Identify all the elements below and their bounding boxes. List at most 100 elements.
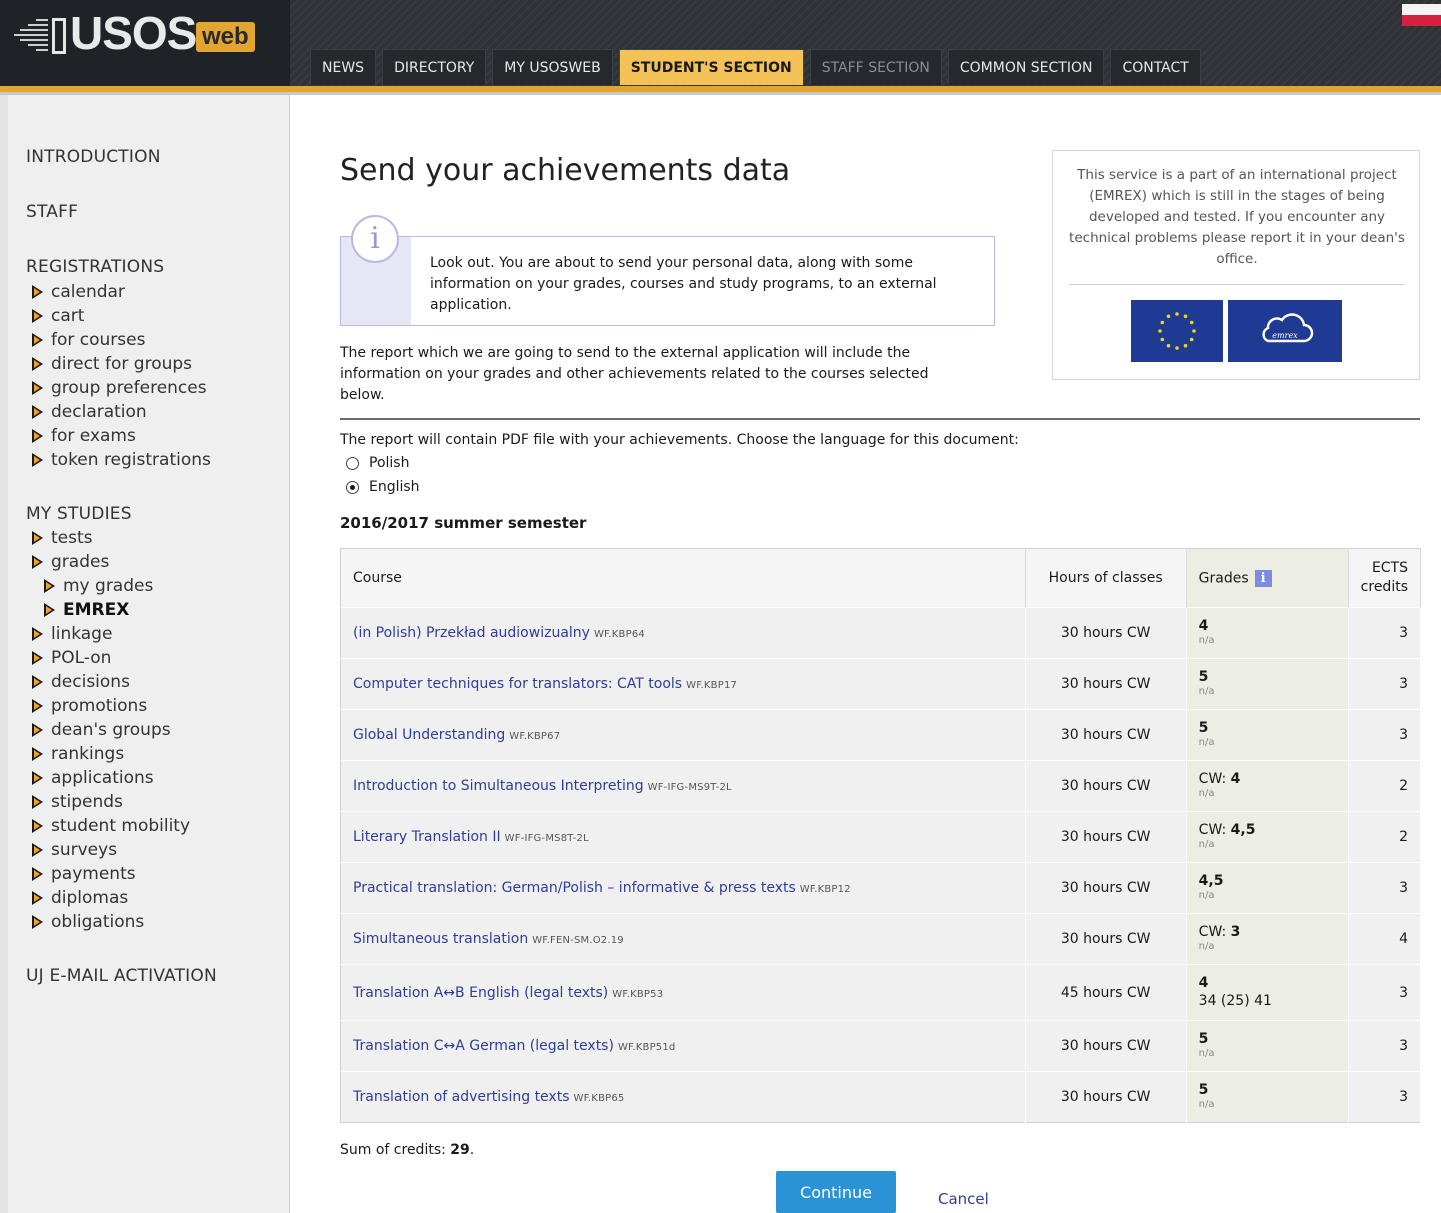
tab-directory[interactable]: DIRECTORY — [382, 49, 487, 85]
course-cell: Translation of advertising texts WF.KBP65 — [340, 1071, 1026, 1123]
grade-value: CW: 4 — [1199, 771, 1336, 787]
sidebar-item-label: token registrations — [51, 450, 211, 470]
grade: 5 — [1198, 669, 1209, 685]
sidebar-item-my-studies[interactable]: surveys — [32, 840, 117, 860]
sidebar-item-my-studies[interactable]: decisions — [32, 672, 130, 692]
table-row: Simultaneous translation WF.FEN-SM.O2.19 3… — [340, 913, 1422, 965]
course-link[interactable]: Practical translation: German/Polish – i… — [353, 880, 796, 896]
sidebar-item-registration[interactable]: cart — [32, 306, 84, 326]
grade-prefix: CW: — [1198, 924, 1231, 940]
sidebar-item-registration[interactable]: declaration — [32, 402, 147, 422]
radio-button[interactable] — [346, 480, 359, 494]
grade-cell: 4 34 (25) 41 — [1186, 964, 1349, 1021]
arrow-icon — [32, 531, 43, 545]
column-ects: ECTS credits — [1348, 548, 1422, 608]
arrow-icon — [32, 771, 43, 785]
grades-info-icon[interactable]: i — [1254, 569, 1272, 587]
sidebar-item-registration[interactable]: calendar — [32, 282, 125, 302]
sidebar-item-my-studies[interactable]: diplomas — [32, 888, 128, 908]
logo-lines-icon — [14, 18, 66, 54]
sidebar-item-my-studies[interactable]: obligations — [32, 912, 144, 932]
usosweb-logo[interactable]: USOS web — [0, 0, 290, 86]
page-title: Send your achievements data — [340, 153, 791, 188]
sidebar-introduction[interactable]: INTRODUCTION — [26, 147, 161, 167]
language-polish-radio[interactable]: Polish — [346, 455, 409, 471]
sidebar-item-tests[interactable]: tests — [32, 528, 93, 548]
sidebar-my-studies[interactable]: MY STUDIES — [26, 504, 132, 524]
cancel-link[interactable]: Cancel — [938, 1190, 989, 1208]
tab-common-section[interactable]: COMMON SECTION — [947, 49, 1105, 85]
sidebar-item-label: grades — [51, 552, 110, 572]
sidebar-item-my-studies[interactable]: applications — [32, 768, 154, 788]
sidebar-item-registration[interactable]: token registrations — [32, 450, 211, 470]
ects-cell: 3 — [1348, 658, 1422, 710]
language-english-radio[interactable]: English — [346, 479, 420, 495]
column-ects-line2: credits — [1360, 579, 1408, 595]
table-header-row: Course Hours of classes Grades i ECTS cre… — [340, 548, 1422, 608]
course-link[interactable]: (in Polish) Przekład audiowizualny — [353, 625, 590, 641]
tab-contact[interactable]: CONTACT — [1110, 49, 1201, 85]
grade-value: 5 — [1199, 1082, 1336, 1098]
sidebar-item-registration[interactable]: direct for groups — [32, 354, 192, 374]
sidebar-item-registration[interactable]: for exams — [32, 426, 136, 446]
grade: 4 — [1230, 771, 1241, 787]
grade: 4 — [1198, 974, 1209, 991]
credits-sum-suffix: . — [469, 1142, 475, 1158]
tab-news[interactable]: NEWS — [310, 49, 377, 85]
arrow-icon — [32, 429, 43, 443]
sidebar-item-my-studies[interactable]: stipends — [32, 792, 123, 812]
sidebar-email-activation[interactable]: UJ E-MAIL ACTIVATION — [26, 966, 217, 986]
sidebar-item-my-studies[interactable]: student mobility — [32, 816, 190, 836]
grade-value: 4,5 — [1199, 873, 1336, 889]
grade-cell: CW: 4 n/a — [1186, 760, 1349, 812]
sidebar-item-my-studies[interactable]: payments — [32, 864, 136, 884]
sidebar-registrations[interactable]: REGISTRATIONS — [26, 257, 164, 277]
sidebar-item-my-studies[interactable]: dean's groups — [32, 720, 171, 740]
main-content: Send your achievements data i Look out. … — [290, 95, 1441, 1213]
sidebar-staff[interactable]: STAFF — [26, 202, 78, 222]
sidebar-item-registration[interactable]: group preferences — [32, 378, 207, 398]
course-link[interactable]: Literary Translation II — [353, 829, 501, 845]
tab-students-section[interactable]: STUDENT'S SECTION — [618, 49, 804, 85]
course-code: WF.FEN-SM.O2.19 — [532, 935, 624, 946]
course-link[interactable]: Translation A↔B English (legal texts) — [353, 985, 608, 1001]
course-link[interactable]: Computer techniques for translators: CAT… — [353, 676, 682, 692]
grade-prefix: CW: — [1198, 771, 1231, 787]
sidebar-item-grades[interactable]: grades — [32, 552, 109, 572]
arrow-icon — [32, 333, 43, 347]
arrow-icon — [32, 819, 43, 833]
grade-value: CW: 3 — [1199, 924, 1336, 940]
sidebar-item-my-studies[interactable]: POL-on — [32, 648, 111, 668]
sidebar-item-label: for courses — [51, 330, 146, 350]
radio-button[interactable] — [346, 456, 359, 470]
grade-detail: n/a — [1198, 941, 1215, 952]
course-cell: Practical translation: German/Polish – i… — [340, 862, 1026, 914]
course-link[interactable]: Translation of advertising texts — [353, 1089, 570, 1105]
hours-cell: 30 hours CW — [1025, 913, 1187, 965]
polish-flag-icon[interactable] — [1402, 4, 1441, 26]
grade-value: CW: 4,5 — [1199, 822, 1336, 838]
continue-button[interactable]: Continue — [776, 1171, 896, 1213]
sidebar-item-label: declaration — [51, 402, 147, 422]
course-link[interactable]: Translation C↔A German (legal texts) — [353, 1038, 614, 1054]
sidebar-item-registration[interactable]: for courses — [32, 330, 145, 350]
sidebar-item-my-studies[interactable]: linkage — [32, 624, 112, 644]
course-link[interactable]: Introduction to Simultaneous Interpretin… — [353, 778, 644, 794]
sidebar-item-my-studies[interactable]: promotions — [32, 696, 147, 716]
arrow-icon — [32, 405, 43, 419]
table-row: Global Understanding WF.KBP67 30 hours CW 5… — [340, 709, 1422, 761]
main-nav: NEWS DIRECTORY MY USOSWEB STUDENT'S SECT… — [310, 49, 1201, 85]
sidebar-item-my-grades[interactable]: my grades — [44, 576, 153, 596]
course-link[interactable]: Simultaneous translation — [353, 931, 528, 947]
arrow-icon — [32, 915, 43, 929]
grade-value: 5 — [1199, 1031, 1336, 1047]
sidebar-item-emrex[interactable]: EMREX — [44, 600, 129, 620]
sidebar-item-my-studies[interactable]: rankings — [32, 744, 124, 764]
semester-heading: 2016/2017 summer semester — [340, 514, 587, 532]
grade: 4,5 — [1198, 873, 1224, 889]
tab-my-usosweb[interactable]: MY USOSWEB — [492, 49, 613, 85]
course-link[interactable]: Global Understanding — [353, 727, 505, 743]
sidebar-item-label: diplomas — [51, 888, 129, 908]
sidebar-item-label: calendar — [51, 282, 125, 302]
sidebar-item-label: EMREX — [63, 600, 130, 620]
